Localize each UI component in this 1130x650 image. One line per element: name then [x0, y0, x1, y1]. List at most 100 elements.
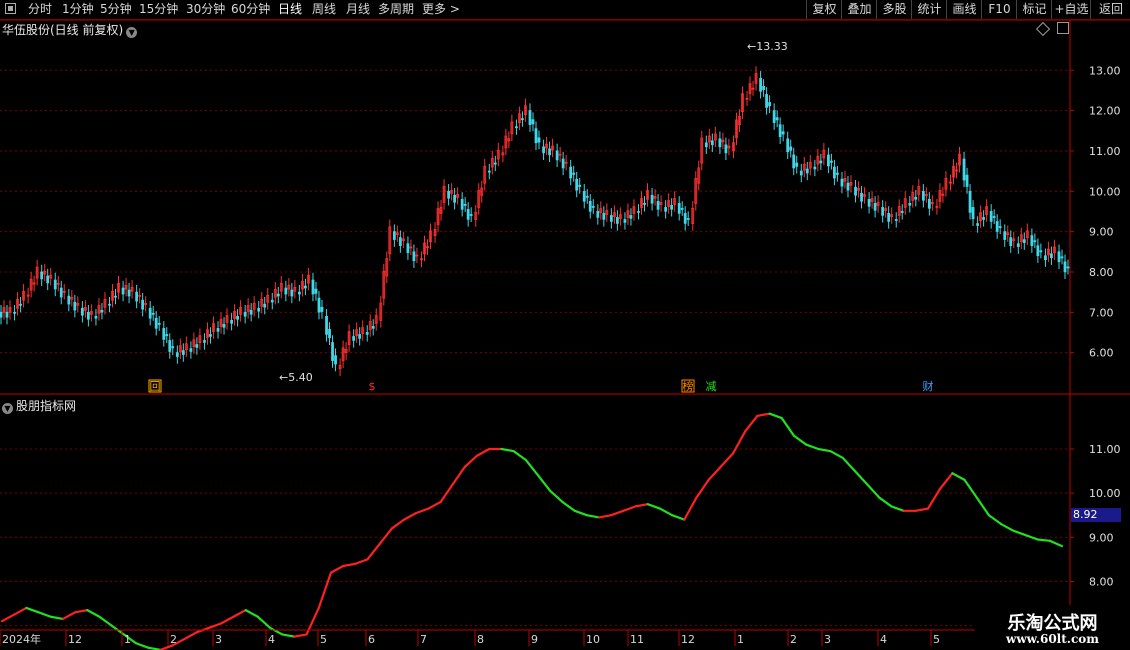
indicator-title[interactable]: ▼ 股朋指标网: [2, 397, 76, 414]
candle-body: [0, 311, 3, 318]
x-tick-label: 1: [737, 633, 744, 646]
indicator-segment: [329, 564, 345, 574]
candle-body: [1033, 240, 1037, 243]
candle-body: [1009, 237, 1013, 246]
indicator-segment: [232, 609, 247, 618]
candle-body: [1060, 256, 1064, 259]
candle-body: [894, 219, 898, 221]
candle-body: [1063, 261, 1067, 273]
candle-body: [222, 324, 226, 328]
x-tick-label: 5: [933, 633, 940, 646]
indicator-tick-label: 10.00: [1089, 487, 1121, 500]
candle-body: [195, 344, 199, 348]
candle-body: [209, 334, 212, 337]
candle-body: [311, 279, 315, 295]
candle-body: [683, 213, 687, 224]
candle-body: [854, 186, 857, 196]
candle-body: [623, 219, 627, 223]
candle-body: [528, 110, 532, 125]
candle-body: [13, 311, 16, 314]
candle-body: [1036, 245, 1040, 257]
x-tick-label: 2: [790, 633, 797, 646]
main-chart-title-text: 华伍股份(日线 前复权): [2, 23, 124, 37]
indicator-segment: [963, 478, 978, 499]
indicator-segment: [914, 507, 930, 512]
candle-body: [670, 205, 674, 210]
indicator-segment: [378, 527, 393, 546]
indicator-segment: [1036, 538, 1051, 542]
indicator-tick-label: 11.00: [1089, 443, 1121, 456]
indicator-tick-label: 9.00: [1089, 531, 1114, 544]
indicator-segment: [841, 456, 856, 473]
indicator-segment: [1012, 529, 1027, 537]
candle-body: [493, 162, 497, 165]
main-tick-label: 13.00: [1089, 64, 1121, 77]
candle-body: [588, 200, 592, 212]
candle-body: [686, 218, 690, 220]
candle-body: [962, 158, 966, 181]
candle-body: [487, 170, 491, 173]
indicator-segment: [244, 609, 259, 618]
candlestick-series: ←13.33 ←5.40 回 $ 榜减 财: [0, 40, 1070, 393]
candle-body: [162, 328, 166, 340]
indicator-segment: [256, 615, 272, 629]
indicator-segment: [354, 558, 369, 565]
panel-toggle-icon[interactable]: [1057, 22, 1069, 34]
candle-body: [840, 178, 844, 187]
candle-body: [86, 311, 90, 320]
candle-body: [331, 342, 334, 361]
candle-body: [135, 291, 139, 302]
candle-body: [819, 160, 823, 164]
candle-body: [976, 223, 980, 226]
x-tick-label: 7: [420, 633, 427, 646]
candle-body: [982, 217, 986, 220]
indicator-segment: [390, 518, 406, 530]
candle-body: [887, 213, 891, 222]
indicator-segment: [49, 615, 65, 621]
candle-body: [114, 295, 117, 298]
candle-body: [1066, 266, 1070, 269]
x-tick-label: 12: [68, 633, 82, 646]
chevron-down-icon[interactable]: ▼: [126, 27, 138, 38]
indicator-segment: [536, 474, 552, 493]
candle-body: [352, 336, 356, 341]
indicator-segment: [707, 465, 722, 481]
indicator-segment: [86, 609, 101, 618]
indicator-segment: [817, 447, 832, 453]
candle-body: [249, 309, 253, 315]
candle-body: [578, 184, 582, 187]
current-value-label: 8.92: [1071, 508, 1121, 522]
candle-body: [759, 77, 762, 92]
indicator-segment: [134, 642, 150, 649]
candle-body: [836, 172, 839, 175]
candle-body: [762, 86, 765, 91]
indicator-segment: [74, 609, 89, 614]
candle-body: [243, 311, 247, 317]
indicator-segment: [610, 509, 625, 517]
candle-body: [867, 198, 871, 207]
candle-body: [908, 202, 912, 206]
indicator-segment: [159, 644, 174, 650]
candle-body: [921, 190, 925, 201]
event-marker: 回: [150, 380, 161, 393]
candle-body: [460, 198, 464, 210]
candle-body: [799, 170, 803, 176]
candle-body: [453, 194, 457, 203]
candle-body: [596, 211, 600, 218]
candle-body: [157, 323, 161, 325]
event-marker: 榜: [683, 379, 694, 393]
indicator-segment: [427, 500, 442, 510]
x-tick-label: 4: [268, 633, 275, 646]
high-price-label: ←13.33: [747, 40, 788, 53]
candle-body: [650, 194, 654, 204]
event-marker: $: [369, 380, 376, 393]
candle-body: [230, 319, 233, 324]
candle-body: [569, 166, 573, 179]
candle-body: [328, 329, 331, 339]
main-chart-title[interactable]: 华伍股份(日线 前复权) ▼: [2, 21, 138, 38]
indicator-segment: [792, 434, 808, 446]
candle-body: [521, 118, 524, 121]
stock-chart: ←13.33 ←5.40 回 $ 榜减 财 13.00 12.00 11.00 10.00 9.0…: [0, 19, 1130, 650]
indicator-segment: [512, 450, 528, 462]
chevron-down-icon[interactable]: ▼: [2, 403, 13, 414]
